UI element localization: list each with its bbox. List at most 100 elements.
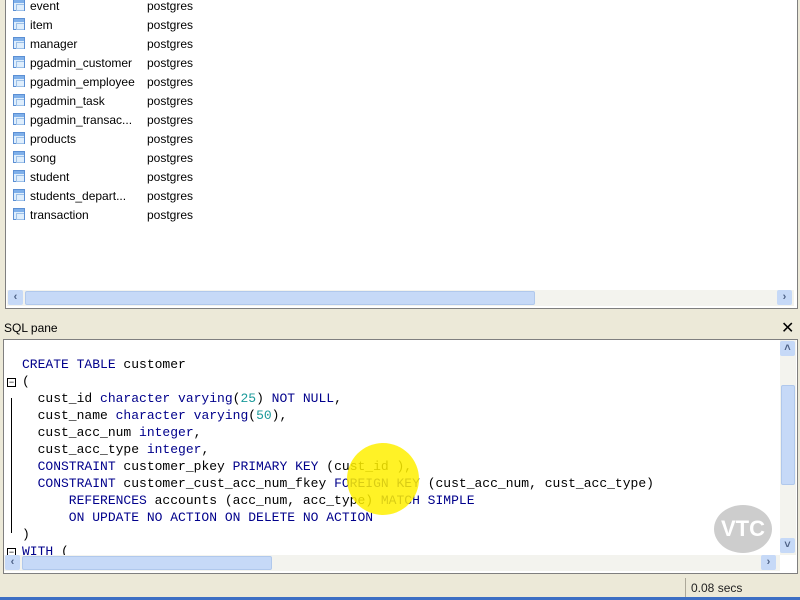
sql-text: ( xyxy=(22,374,30,389)
table-owner: postgres xyxy=(147,75,194,89)
scroll-thumb[interactable] xyxy=(781,385,795,485)
table-owner: postgres xyxy=(147,170,194,184)
table-row[interactable]: pgadmin_employee postgres xyxy=(6,73,786,92)
sql-pane-title: SQL pane xyxy=(4,321,58,335)
table-owner: postgres xyxy=(147,113,194,127)
code-line: cust_acc_num integer, xyxy=(22,425,202,440)
table-name: transaction xyxy=(30,208,89,222)
list-horizontal-scrollbar[interactable]: ‹ › xyxy=(7,290,794,306)
table-row[interactable]: products postgres xyxy=(6,130,786,149)
table-row[interactable]: manager postgres xyxy=(6,35,786,54)
cursor-highlight xyxy=(347,443,419,515)
vtc-watermark-logo: VTC xyxy=(714,505,772,553)
sql-keyword: integer xyxy=(146,442,202,457)
sql-text: ) xyxy=(256,391,272,406)
table-icon xyxy=(13,56,25,68)
sql-text: ) xyxy=(22,527,30,542)
table-owner: postgres xyxy=(147,189,194,203)
sql-keyword: CONSTRAINT xyxy=(22,476,116,491)
sql-editor[interactable]: CREATE TABLE customer ( cust_id character… xyxy=(3,339,798,574)
scroll-right-button[interactable]: › xyxy=(761,555,776,570)
table-owner: postgres xyxy=(147,208,194,222)
table-owner: postgres xyxy=(147,94,194,108)
sql-text: customer_cust_acc_num_fkey xyxy=(115,476,335,491)
table-owner: postgres xyxy=(147,0,194,13)
table-row[interactable]: transaction postgres xyxy=(6,206,786,225)
table-owner: postgres xyxy=(147,18,194,32)
code-line: CREATE TABLE customer xyxy=(22,357,186,372)
table-row[interactable]: song postgres xyxy=(6,149,786,168)
table-name: students_depart... xyxy=(30,189,127,203)
sql-text: accounts (acc_num, acc_type) xyxy=(146,493,381,508)
code-line: ON UPDATE NO ACTION ON DELETE NO ACTION xyxy=(22,510,373,525)
table-name: pgadmin_transac... xyxy=(30,113,133,127)
sql-text: , xyxy=(193,425,202,440)
sql-keyword: REFERENCES xyxy=(22,493,147,508)
code-line: ) xyxy=(22,527,30,542)
sql-keyword: ON UPDATE NO ACTION ON DELETE NO ACTION xyxy=(22,510,374,525)
scroll-right-button[interactable]: › xyxy=(777,290,792,305)
table-row[interactable]: student postgres xyxy=(6,168,786,187)
sql-keyword: PRIMARY KEY xyxy=(232,459,319,474)
sql-text: (cust_acc_num, cust_acc_type) xyxy=(419,476,654,491)
fold-toggle-icon[interactable]: − xyxy=(7,378,16,387)
table-icon xyxy=(13,94,25,106)
fold-guide xyxy=(11,398,12,533)
table-name: student xyxy=(30,170,70,184)
sql-text: cust_name xyxy=(22,408,116,423)
code-line: cust_id character varying(25) NOT NULL, xyxy=(22,391,342,406)
sql-text: customer_pkey xyxy=(115,459,233,474)
code-line: ( xyxy=(22,374,30,389)
table-icon xyxy=(13,189,25,201)
table-name: item xyxy=(30,18,53,32)
table-row[interactable]: pgadmin_task postgres xyxy=(6,92,786,111)
table-owner: postgres xyxy=(147,132,194,146)
sql-text: cust_acc_type xyxy=(22,442,147,457)
code-line: CONSTRAINT customer_cust_acc_num_fkey FO… xyxy=(22,476,654,491)
table-icon xyxy=(13,208,25,220)
sql-number: 25 xyxy=(240,391,257,406)
status-divider xyxy=(685,578,686,598)
table-name: pgadmin_employee xyxy=(30,75,135,89)
sql-text: , xyxy=(334,391,342,406)
sql-text: cust_id xyxy=(22,391,101,406)
scroll-left-button[interactable]: ‹ xyxy=(5,555,20,570)
table-icon xyxy=(13,18,25,30)
table-icon xyxy=(13,151,25,163)
table-name: manager xyxy=(30,37,78,51)
editor-horizontal-scrollbar[interactable]: ‹ › xyxy=(4,555,780,571)
table-owner: postgres xyxy=(147,37,194,51)
table-row[interactable]: pgadmin_customer postgres xyxy=(6,54,786,73)
status-bar: 0.08 secs xyxy=(0,578,800,598)
scroll-up-button[interactable]: ˄ xyxy=(780,341,795,356)
table-name: products xyxy=(30,132,77,146)
table-row[interactable]: event postgres xyxy=(6,0,786,16)
sql-pane-header: SQL pane ✕ xyxy=(0,318,800,338)
sql-text: , xyxy=(201,442,210,457)
code-line: cust_acc_type integer, xyxy=(22,442,210,457)
table-owner: postgres xyxy=(147,151,194,165)
table-name: event xyxy=(30,0,60,13)
table-owner: postgres xyxy=(147,56,194,70)
scroll-thumb[interactable] xyxy=(25,291,535,305)
table-icon xyxy=(13,37,25,49)
close-icon[interactable]: ✕ xyxy=(781,318,794,338)
scroll-down-button[interactable]: ˅ xyxy=(780,538,795,553)
table-name: pgadmin_task xyxy=(30,94,105,108)
sql-keyword: NOT NULL xyxy=(271,391,335,406)
editor-vertical-scrollbar[interactable]: ˄ ˅ xyxy=(780,340,796,555)
scroll-left-button[interactable]: ‹ xyxy=(8,290,23,305)
table-row[interactable]: pgadmin_transac... postgres xyxy=(6,111,786,130)
table-icon xyxy=(13,113,25,125)
scroll-thumb[interactable] xyxy=(22,556,272,570)
sql-text: ( xyxy=(248,408,257,423)
table-icon xyxy=(13,75,25,87)
table-row[interactable]: students_depart... postgres xyxy=(6,187,786,206)
sql-text: ), xyxy=(271,408,288,423)
table-icon xyxy=(13,170,25,182)
table-icon xyxy=(13,132,25,144)
sql-keyword: CREATE TABLE xyxy=(22,357,116,372)
table-name: pgadmin_customer xyxy=(30,56,133,70)
table-name: song xyxy=(30,151,57,165)
table-row[interactable]: item postgres xyxy=(6,16,786,35)
